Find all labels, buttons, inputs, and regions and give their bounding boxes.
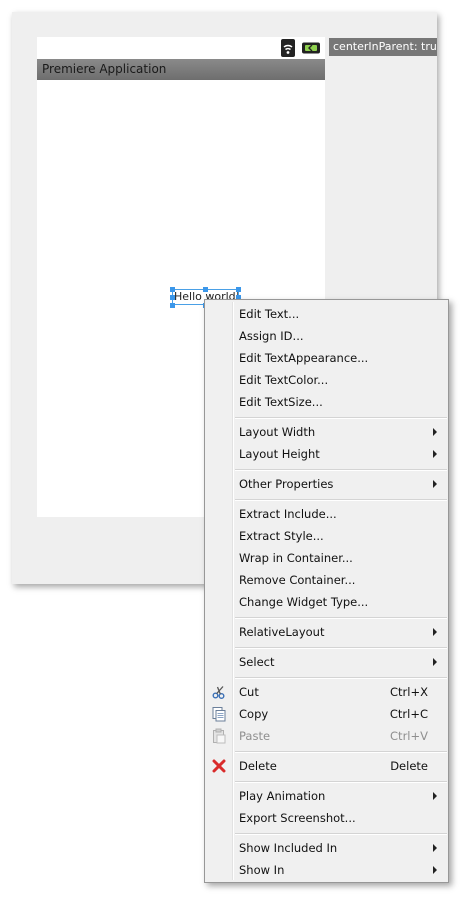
submenu-arrow-icon <box>433 428 437 436</box>
menu-item-label: Show Included In <box>239 841 338 855</box>
menu-item-shortcut: Delete <box>390 759 428 773</box>
menu-separator <box>235 781 447 783</box>
menu-item-label: Edit TextColor... <box>239 373 329 387</box>
app-title-bar: Premiere Application <box>37 59 325 80</box>
menu-item-label: Select <box>239 655 275 669</box>
layout-hint-tooltip: centerInParent: true <box>329 38 437 56</box>
menu-item-edit-text-size[interactable]: Edit TextSize... <box>206 391 447 413</box>
menu-item-label: Edit TextSize... <box>239 395 323 409</box>
menu-item-relative-layout[interactable]: RelativeLayout <box>206 621 447 643</box>
menu-item-label: Extract Style... <box>239 529 324 543</box>
menu-separator <box>235 833 447 835</box>
submenu-arrow-icon <box>433 844 437 852</box>
menu-item-extract-style[interactable]: Extract Style... <box>206 525 447 547</box>
resize-handle[interactable] <box>236 287 241 292</box>
menu-separator <box>235 647 447 649</box>
menu-separator <box>235 417 447 419</box>
cut-icon <box>212 686 225 699</box>
submenu-arrow-icon <box>433 628 437 636</box>
context-menu: Edit Text... Assign ID... Edit TextAppea… <box>204 299 449 883</box>
menu-item-cut[interactable]: Cut Ctrl+X <box>206 681 447 703</box>
paste-icon <box>213 728 226 744</box>
resize-handle[interactable] <box>170 287 175 292</box>
submenu-arrow-icon <box>433 450 437 458</box>
menu-item-assign-id[interactable]: Assign ID... <box>206 325 447 347</box>
menu-item-label: Edit TextAppearance... <box>239 351 369 365</box>
menu-item-shortcut: Ctrl+V <box>390 729 428 743</box>
resize-handle[interactable] <box>170 303 175 308</box>
menu-item-paste[interactable]: Paste Ctrl+V <box>206 725 447 747</box>
menu-item-extract-include[interactable]: Extract Include... <box>206 503 447 525</box>
menu-item-edit-text[interactable]: Edit Text... <box>206 303 447 325</box>
menu-item-label: Copy <box>239 707 269 721</box>
menu-separator <box>235 469 447 471</box>
menu-item-other-properties[interactable]: Other Properties <box>206 473 447 495</box>
copy-icon <box>212 707 226 722</box>
menu-item-copy[interactable]: Copy Ctrl+C <box>206 703 447 725</box>
delete-icon <box>212 759 226 773</box>
submenu-arrow-icon <box>433 658 437 666</box>
menu-item-layout-height[interactable]: Layout Height <box>206 443 447 465</box>
menu-separator <box>235 617 447 619</box>
menu-item-wrap-in-container[interactable]: Wrap in Container... <box>206 547 447 569</box>
menu-item-label: Delete <box>239 759 277 773</box>
submenu-arrow-icon <box>433 480 437 488</box>
menu-item-export-screenshot[interactable]: Export Screenshot... <box>206 807 447 829</box>
resize-handle[interactable] <box>170 295 175 300</box>
battery-icon <box>302 42 320 54</box>
menu-item-shortcut: Ctrl+X <box>390 685 428 699</box>
menu-item-label: Paste <box>239 729 271 743</box>
menu-item-change-widget-type[interactable]: Change Widget Type... <box>206 591 447 613</box>
menu-item-show-included-in[interactable]: Show Included In <box>206 837 447 859</box>
menu-item-label: Extract Include... <box>239 507 337 521</box>
menu-item-label: Export Screenshot... <box>239 811 356 825</box>
menu-item-shortcut: Ctrl+C <box>389 707 428 721</box>
wifi-icon <box>281 39 295 57</box>
menu-item-delete[interactable]: Delete Delete <box>206 755 447 777</box>
menu-separator <box>235 499 447 501</box>
submenu-arrow-icon <box>433 866 437 874</box>
menu-item-label: Edit Text... <box>239 307 300 321</box>
menu-item-remove-container[interactable]: Remove Container... <box>206 569 447 591</box>
menu-item-label: Remove Container... <box>239 573 356 587</box>
resize-handle[interactable] <box>203 287 208 292</box>
menu-item-label: Show In <box>239 863 285 877</box>
menu-item-label: Assign ID... <box>239 329 304 343</box>
menu-separator <box>235 677 447 679</box>
menu-item-label: Layout Width <box>239 425 316 439</box>
menu-item-play-animation[interactable]: Play Animation <box>206 785 447 807</box>
menu-item-show-in[interactable]: Show In <box>206 859 447 881</box>
menu-item-label: Wrap in Container... <box>239 551 353 565</box>
menu-item-layout-width[interactable]: Layout Width <box>206 421 447 443</box>
menu-item-select[interactable]: Select <box>206 651 447 673</box>
menu-separator <box>235 751 447 753</box>
status-bar <box>37 37 325 59</box>
menu-item-label: RelativeLayout <box>239 625 325 639</box>
menu-item-label: Layout Height <box>239 447 320 461</box>
submenu-arrow-icon <box>433 792 437 800</box>
menu-item-edit-text-appearance[interactable]: Edit TextAppearance... <box>206 347 447 369</box>
menu-item-label: Play Animation <box>239 789 326 803</box>
menu-item-edit-text-color[interactable]: Edit TextColor... <box>206 369 447 391</box>
menu-item-label: Cut <box>239 685 259 699</box>
menu-item-label: Change Widget Type... <box>239 595 369 609</box>
menu-item-label: Other Properties <box>239 477 334 491</box>
